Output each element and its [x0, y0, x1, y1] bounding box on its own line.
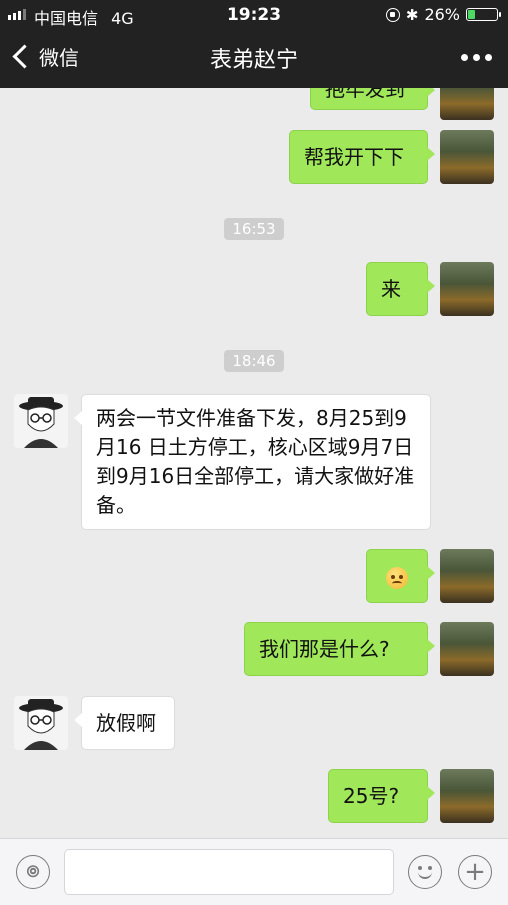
voice-icon: ⦾: [26, 862, 40, 881]
input-bar: ⦾ +: [0, 838, 508, 905]
avatar-self[interactable]: [440, 130, 494, 184]
message-text: 25号?: [343, 784, 400, 808]
avatar-contact[interactable]: [14, 696, 68, 750]
status-right: ✱ 26%: [385, 5, 501, 24]
message-bubble-sent[interactable]: 25号?: [328, 769, 435, 823]
message-list[interactable]: 抱牢发到 帮我开下下 16:53 来 18:46 两会一节文件准备下发，8月25…: [0, 88, 508, 838]
message-bubble-sent[interactable]: 帮我开下下: [289, 130, 435, 184]
timestamp: 18:46: [0, 350, 508, 372]
status-bar: 中国电信 4G 19:23 ✱ 26%: [0, 0, 508, 30]
contact-avatar-icon: [14, 696, 68, 750]
avatar-self[interactable]: [440, 88, 494, 120]
emoji-button[interactable]: [408, 855, 442, 889]
message-bubble-sent[interactable]: 来: [366, 262, 435, 316]
message-text: 我们那是什么?: [259, 637, 390, 661]
chat-title: 表弟赵宁: [209, 48, 298, 73]
message-text: 放假啊: [96, 711, 156, 735]
confused-face-emoji: [386, 566, 408, 589]
nav-bar: 微信 表弟赵宁: [0, 30, 508, 88]
voice-button[interactable]: ⦾: [16, 855, 50, 889]
message-bubble-sent[interactable]: 抱牢发到: [310, 88, 435, 110]
contact-avatar-icon: [14, 394, 68, 448]
message-text: 来: [381, 277, 401, 301]
smile-icon: [409, 856, 441, 888]
avatar-self[interactable]: [440, 549, 494, 603]
message-text: 帮我开下下: [304, 145, 404, 169]
bluetooth-icon: ✱: [405, 5, 419, 24]
message-bubble-sent[interactable]: [366, 549, 435, 603]
message-text: 两会一节文件准备下发，8月25到9月16 日土方停工，核心区域9月7日到9月16…: [96, 406, 415, 517]
message-bubble-received[interactable]: 放假啊: [74, 696, 175, 750]
message-bubble-sent[interactable]: 我们那是什么?: [244, 622, 435, 676]
avatar-self[interactable]: [440, 622, 494, 676]
timestamp-label: 16:53: [224, 218, 284, 240]
avatar-self[interactable]: [440, 769, 494, 823]
battery-percent: 26%: [424, 5, 460, 24]
plus-button[interactable]: +: [458, 855, 492, 889]
battery-icon: [466, 8, 501, 21]
avatar-self[interactable]: [440, 262, 494, 316]
more-dots-icon[interactable]: [461, 54, 492, 61]
message-input[interactable]: [64, 849, 394, 895]
avatar-contact[interactable]: [14, 394, 68, 448]
plus-icon: +: [464, 857, 486, 887]
chat-screen: 中国电信 4G 19:23 ✱ 26% 微信 表弟赵宁 抱牢发到 帮我开下下 1…: [0, 0, 508, 905]
message-text: 抱牢发到: [325, 88, 405, 101]
timestamp-label: 18:46: [224, 350, 284, 372]
timestamp: 16:53: [0, 218, 508, 240]
message-bubble-received[interactable]: 两会一节文件准备下发，8月25到9月16 日土方停工，核心区域9月7日到9月16…: [74, 394, 431, 530]
rotation-lock-icon: [385, 7, 400, 22]
battery-fill: [468, 10, 476, 19]
